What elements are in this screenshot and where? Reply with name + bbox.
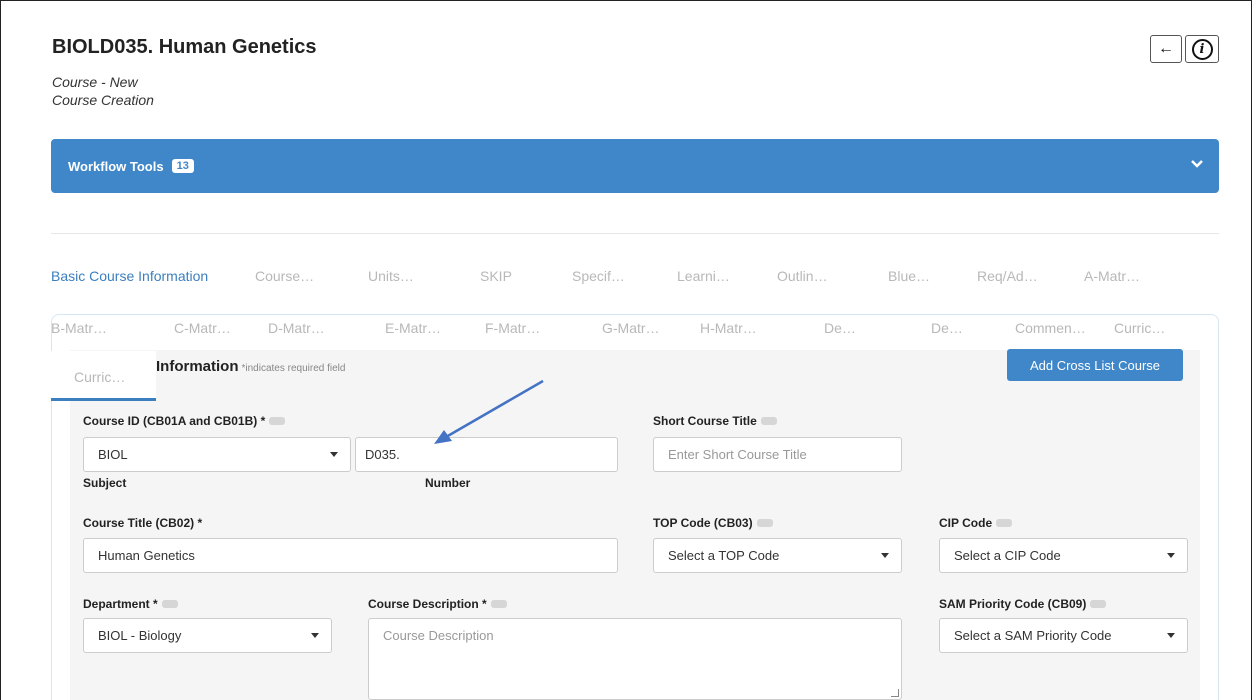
annotation-arrow-icon — [434, 379, 544, 444]
